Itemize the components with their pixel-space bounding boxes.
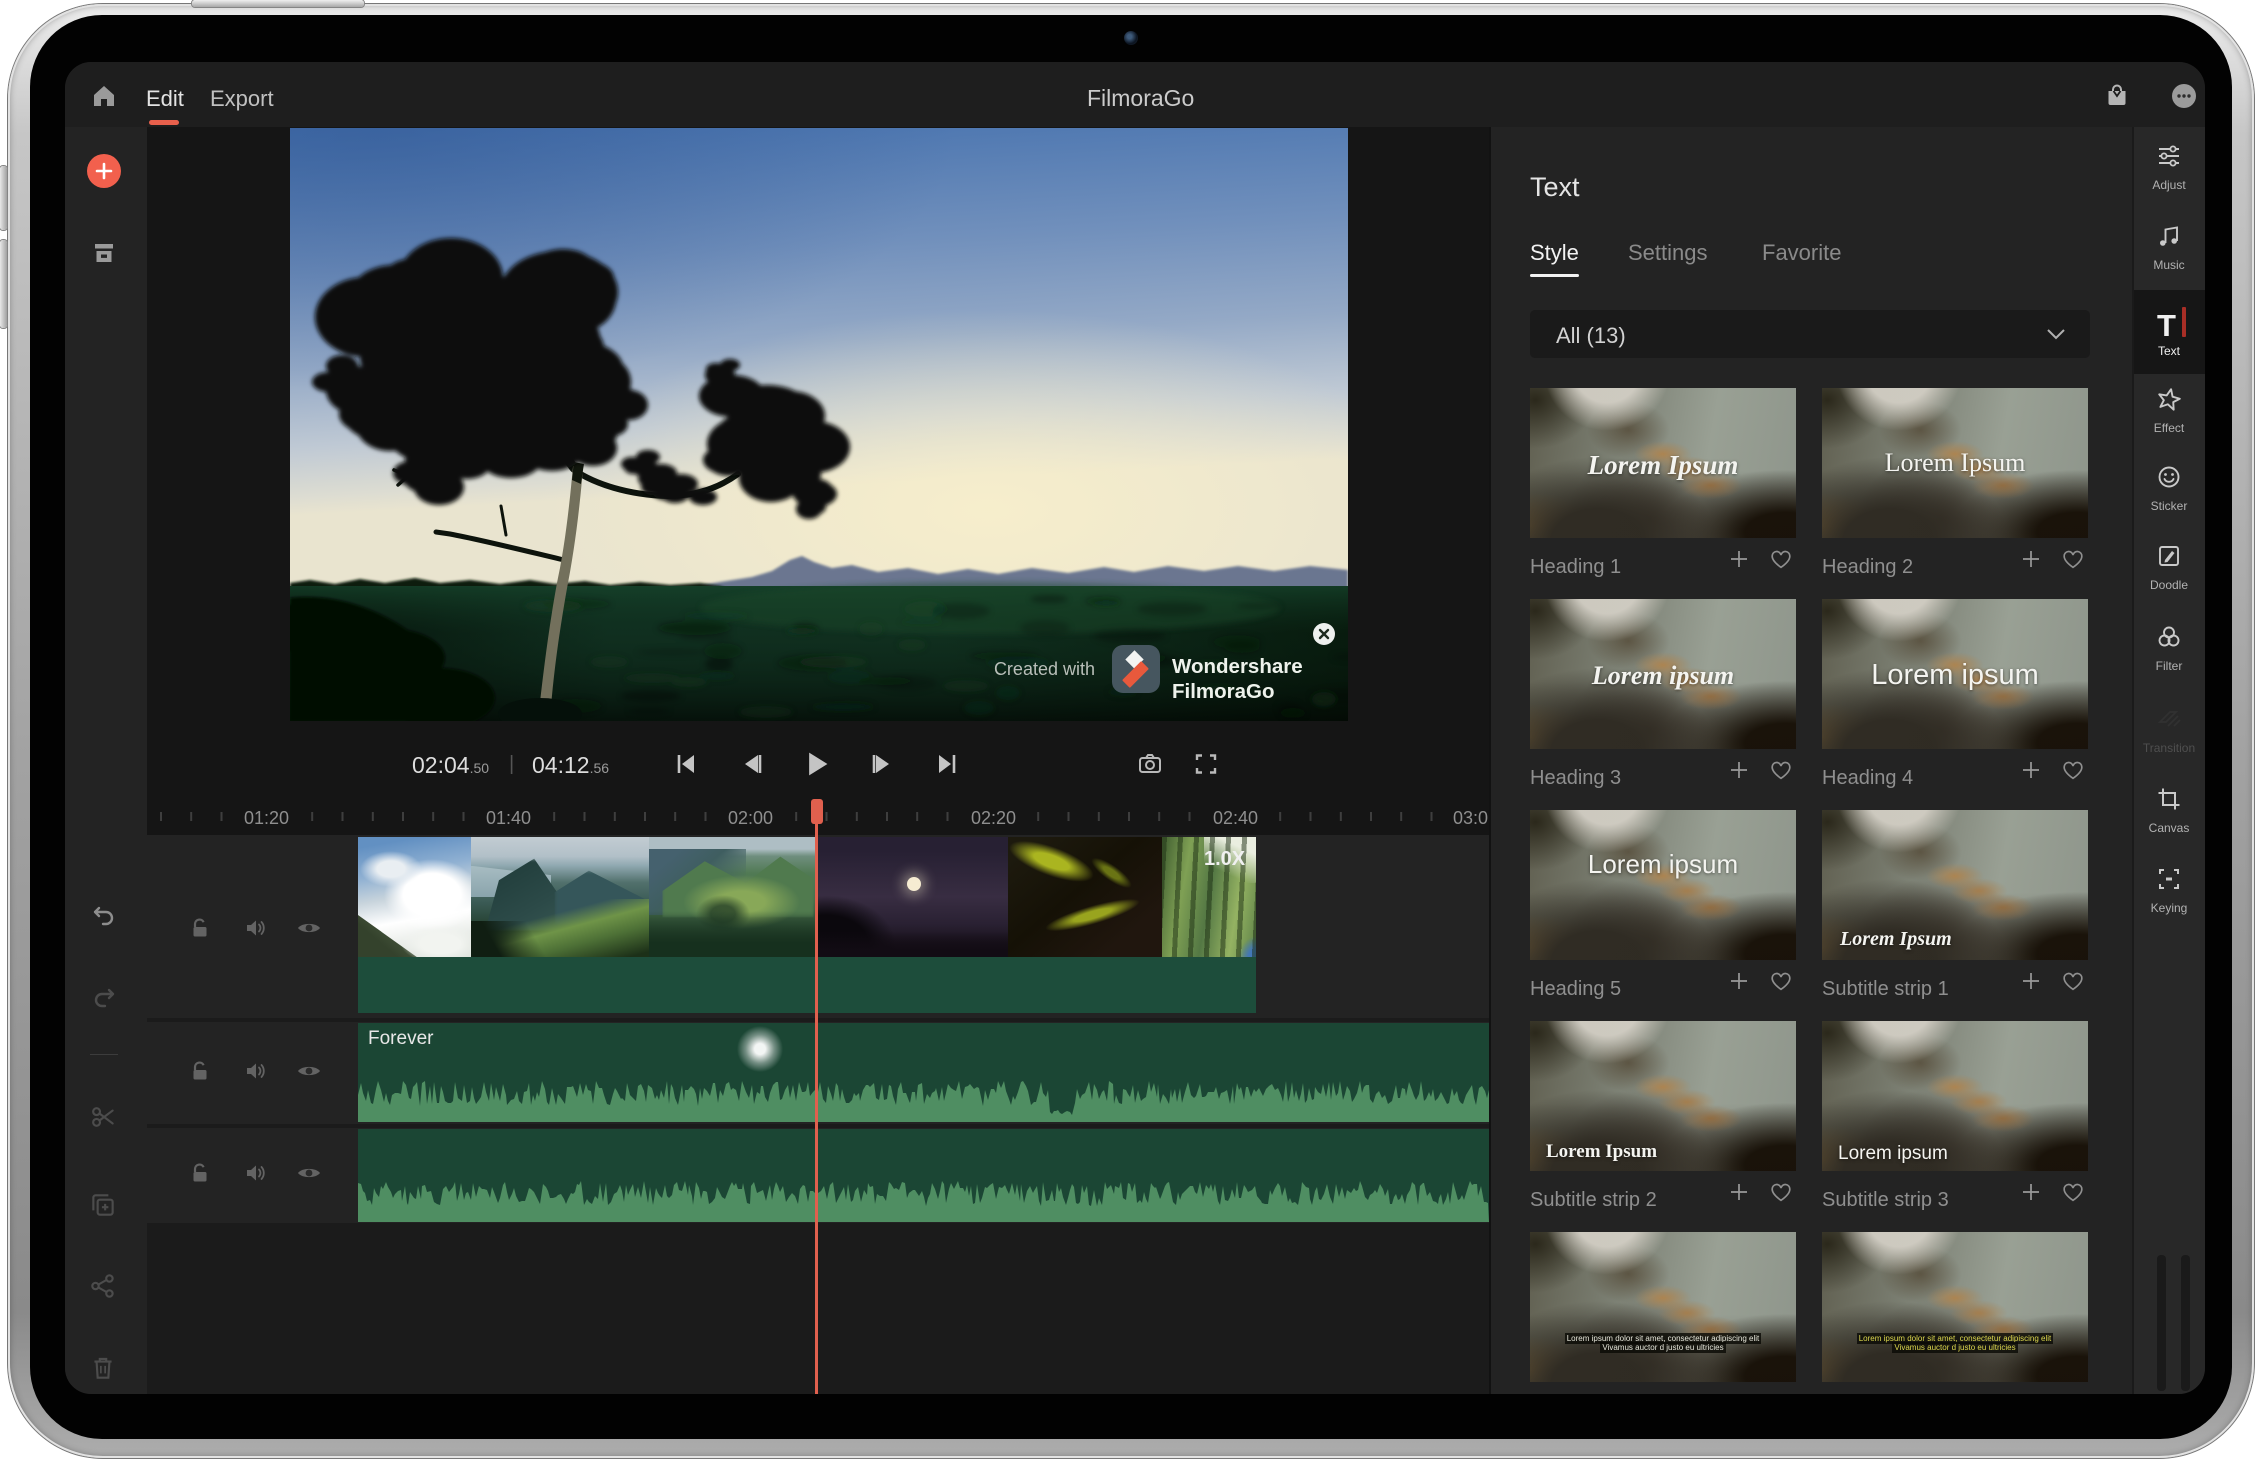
svg-text:Wondershare: Wondershare xyxy=(1172,655,1303,678)
svg-text:Created with: Created with xyxy=(994,659,1095,679)
svg-text:FilmoraGo: FilmoraGo xyxy=(1172,680,1275,703)
